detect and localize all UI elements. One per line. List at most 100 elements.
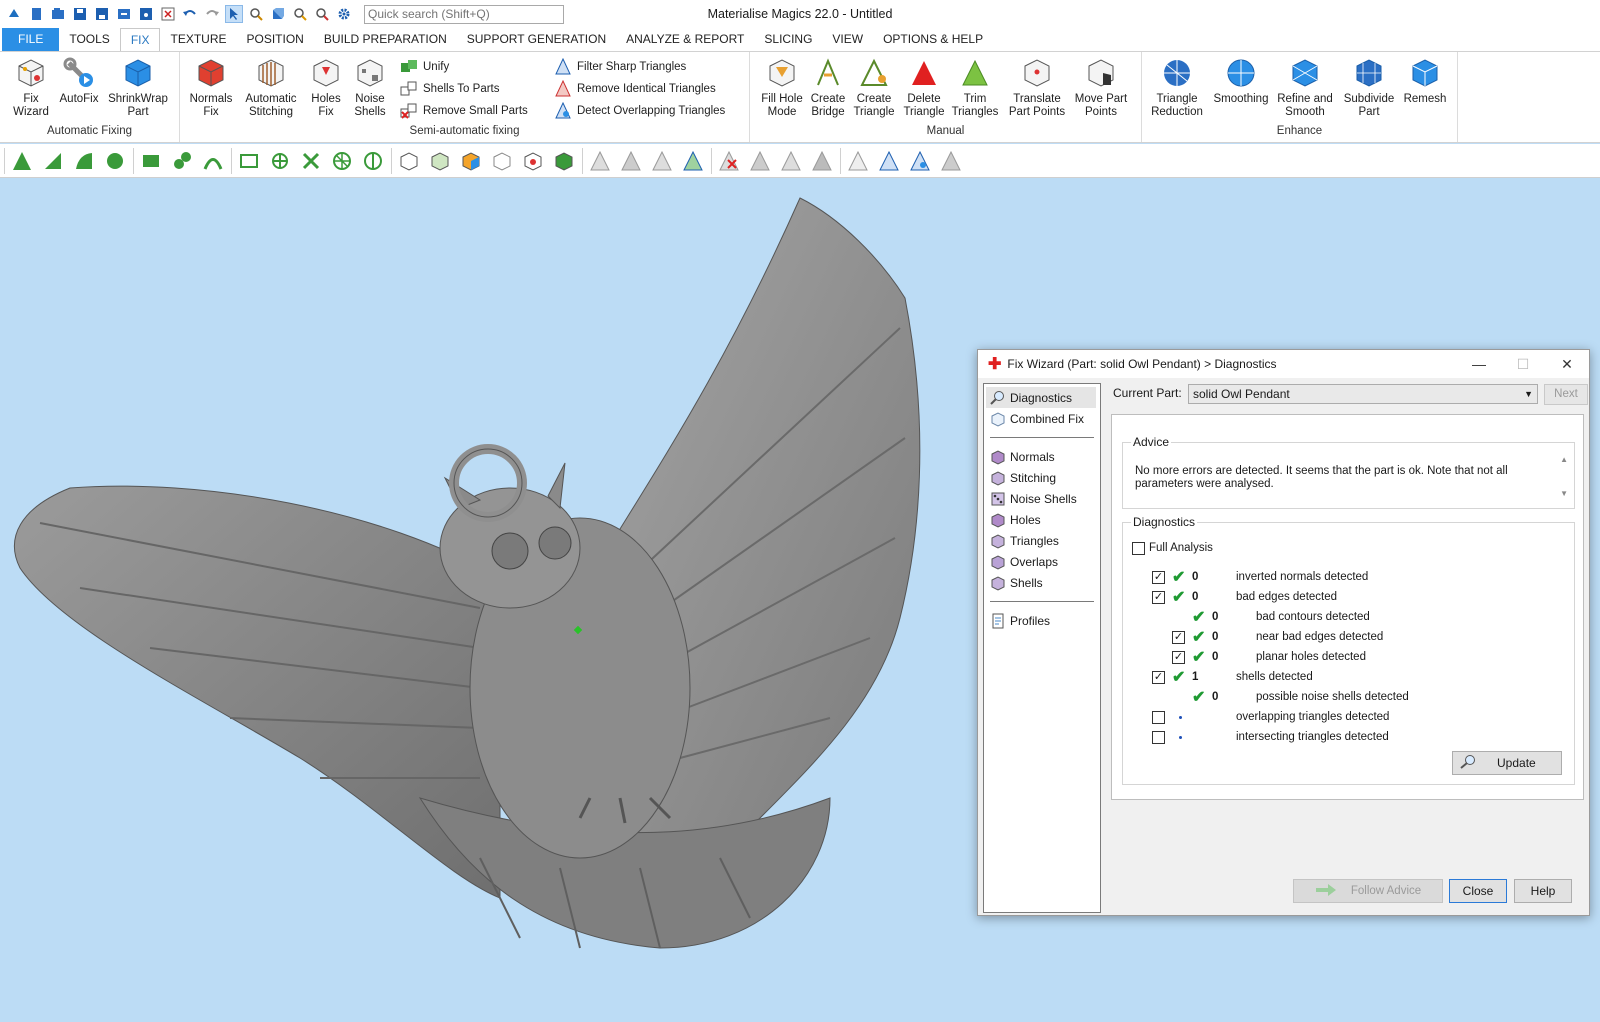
part-color-icon[interactable] [458, 148, 484, 174]
nav-stitching[interactable]: Stitching [984, 467, 1100, 488]
part-wireframe-icon[interactable] [489, 148, 515, 174]
smoothing-button[interactable]: Smoothing [1210, 56, 1272, 106]
automatic-stitching-button[interactable]: Automatic Stitching [240, 56, 302, 119]
detect-overlapping-triangles-button[interactable]: Detect Overlapping Triangles [554, 101, 725, 121]
triangle-gray-6-icon[interactable] [809, 148, 835, 174]
maximize-button[interactable]: ☐ [1501, 350, 1545, 378]
invert-selection-icon[interactable] [329, 148, 355, 174]
view-cube-icon[interactable] [270, 6, 286, 22]
tab-slicing[interactable]: SLICING [754, 28, 822, 51]
settings-gear-icon[interactable] [336, 6, 352, 22]
zoom-icon[interactable] [292, 6, 308, 22]
row-checkbox[interactable]: ✓ [1152, 570, 1165, 584]
tab-file[interactable]: FILE [2, 28, 60, 51]
triangle-delete-icon[interactable] [716, 148, 742, 174]
save-part-icon[interactable] [138, 6, 154, 22]
redo-icon[interactable] [204, 6, 220, 22]
triangle-gray-7-icon[interactable] [845, 148, 871, 174]
full-analysis-row[interactable]: Full Analysis [1132, 539, 1213, 557]
undo-icon[interactable] [182, 6, 198, 22]
triangle-gray-5-icon[interactable] [778, 148, 804, 174]
tab-options-help[interactable]: OPTIONS & HELP [873, 28, 993, 51]
minimize-button[interactable]: — [1457, 350, 1501, 378]
nav-normals[interactable]: Normals [984, 446, 1100, 467]
fill-hole-mode-button[interactable]: Fill Hole Mode [754, 56, 810, 119]
remesh-button[interactable]: Remesh [1400, 56, 1450, 106]
row-checkbox[interactable]: ✓ [1172, 650, 1185, 664]
tab-build-preparation[interactable]: BUILD PREPARATION [314, 28, 457, 51]
unify-button[interactable]: Unify [400, 57, 449, 77]
lasso-select-icon[interactable] [236, 148, 262, 174]
autofix-button[interactable]: AutoFix [52, 56, 106, 106]
triangle-blue-green-icon[interactable] [680, 148, 706, 174]
nav-triangles[interactable]: Triangles [984, 530, 1100, 551]
triangle-gray-4-icon[interactable] [747, 148, 773, 174]
app-logo-icon[interactable] [6, 6, 22, 22]
select-triangle-icon[interactable] [9, 148, 35, 174]
select-cylinder-icon[interactable] [169, 148, 195, 174]
create-triangle-button[interactable]: Create Triangle [850, 56, 898, 119]
triangle-gray-2-icon[interactable] [618, 148, 644, 174]
tab-analyze-report[interactable]: ANALYZE & REPORT [616, 28, 754, 51]
row-checkbox[interactable] [1152, 730, 1165, 744]
tab-support-generation[interactable]: SUPPORT GENERATION [457, 28, 616, 51]
nav-holes[interactable]: Holes [984, 509, 1100, 530]
select-surface-icon[interactable] [71, 148, 97, 174]
triangle-gray-3-icon[interactable] [649, 148, 675, 174]
refine-and-smooth-button[interactable]: Refine and Smooth [1274, 56, 1336, 119]
filter-sharp-triangles-button[interactable]: Filter Sharp Triangles [554, 57, 686, 77]
translate-part-points-button[interactable]: Translate Part Points [1006, 56, 1068, 119]
shells-to-parts-button[interactable]: Shells To Parts [400, 79, 500, 99]
scroll-down-icon[interactable]: ▼ [1560, 489, 1568, 498]
shrinkwrap-part-button[interactable]: ShrinkWrap Part [108, 56, 168, 119]
row-checkbox[interactable]: ✓ [1172, 630, 1185, 644]
select-plane-icon[interactable] [40, 148, 66, 174]
move-part-points-button[interactable]: Move Part Points [1072, 56, 1130, 119]
triangle-blue-icon[interactable] [876, 148, 902, 174]
part-marked-icon[interactable] [520, 148, 546, 174]
tab-position[interactable]: POSITION [237, 28, 314, 51]
row-checkbox[interactable]: ✓ [1152, 670, 1165, 684]
next-button[interactable]: Next [1544, 384, 1588, 405]
trim-triangles-button[interactable]: Trim Triangles [950, 56, 1000, 119]
holes-fix-button[interactable]: Holes Fix [304, 56, 348, 119]
quick-search-input[interactable] [364, 4, 564, 24]
follow-advice-button[interactable]: Follow Advice [1293, 879, 1443, 903]
help-button[interactable]: Help [1514, 879, 1572, 903]
triangle-gray-8-icon[interactable] [938, 148, 964, 174]
current-part-select[interactable]: solid Owl Pendant ▼ [1188, 384, 1538, 404]
select-marker-icon[interactable] [138, 148, 164, 174]
new-file-icon[interactable] [28, 6, 44, 22]
nav-profiles[interactable]: Profiles [984, 610, 1100, 631]
part-green-icon[interactable] [551, 148, 577, 174]
nav-shells[interactable]: Shells [984, 572, 1100, 593]
expand-selection-icon[interactable] [298, 148, 324, 174]
triangle-reduction-button[interactable]: Triangle Reduction [1146, 56, 1208, 119]
zoom-window-icon[interactable] [314, 6, 330, 22]
tab-fix[interactable]: FIX [119, 27, 161, 52]
close-window-button[interactable]: ✕ [1545, 350, 1589, 378]
nav-diagnostics[interactable]: Diagnostics [986, 387, 1096, 408]
grow-selection-icon[interactable] [267, 148, 293, 174]
delete-triangle-button[interactable]: Delete Triangle [898, 56, 950, 119]
nav-combined-fix[interactable]: Combined Fix [984, 408, 1100, 429]
part-view-icon[interactable] [396, 148, 422, 174]
select-by-angle-icon[interactable] [360, 148, 386, 174]
close-part-icon[interactable] [160, 6, 176, 22]
subdivide-part-button[interactable]: Subdivide Part [1338, 56, 1400, 119]
scroll-up-icon[interactable]: ▲ [1560, 455, 1568, 464]
select-shell-icon[interactable] [102, 148, 128, 174]
update-button[interactable]: Update [1452, 751, 1562, 775]
zoom-part-icon[interactable] [248, 6, 264, 22]
import-part-icon[interactable] [116, 6, 132, 22]
save-icon[interactable] [72, 6, 88, 22]
close-button[interactable]: Close [1449, 879, 1507, 903]
nav-overlaps[interactable]: Overlaps [984, 551, 1100, 572]
normals-fix-button[interactable]: Normals Fix [184, 56, 238, 119]
triangle-blue-2-icon[interactable] [907, 148, 933, 174]
remove-small-parts-button[interactable]: Remove Small Parts [400, 101, 528, 121]
create-bridge-button[interactable]: Create Bridge [804, 56, 852, 119]
tab-tools[interactable]: TOOLS [59, 28, 119, 51]
fix-wizard-button[interactable]: Fix Wizard [4, 56, 58, 119]
select-mode-icon[interactable] [225, 5, 243, 23]
